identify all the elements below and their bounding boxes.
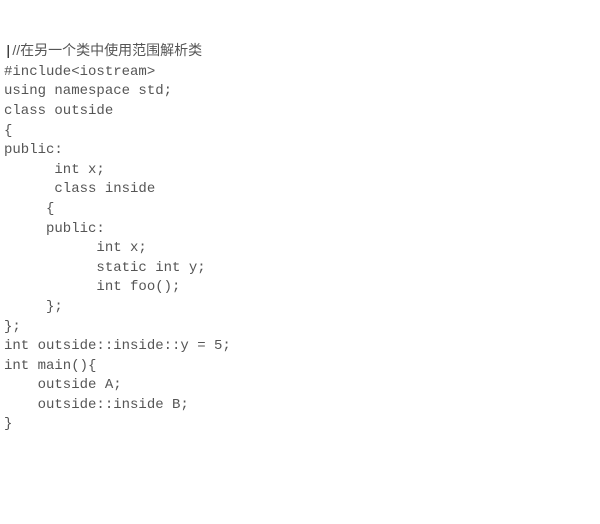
code-line: int x; — [4, 239, 596, 259]
code-line: class outside — [4, 102, 596, 122]
code-line: public: — [4, 220, 596, 240]
code-line: { — [4, 122, 596, 142]
code-line: int outside::inside::y = 5; — [4, 337, 596, 357]
code-line: int foo(); — [4, 278, 596, 298]
code-line: int main(){ — [4, 357, 596, 377]
code-line: outside A; — [4, 376, 596, 396]
code-line: { — [4, 200, 596, 220]
code-line: } — [4, 415, 596, 435]
code-line: |//在另一个类中使用范围解析类 — [4, 41, 596, 63]
code-line: public: — [4, 141, 596, 161]
code-line: class inside — [4, 180, 596, 200]
code-line: using namespace std; — [4, 82, 596, 102]
code-line: static int y; — [4, 259, 596, 279]
code-line: }; — [4, 318, 596, 338]
code-line: int x; — [4, 161, 596, 181]
code-line: #include<iostream> — [4, 63, 596, 83]
code-line: }; — [4, 298, 596, 318]
code-editor[interactable]: |//在另一个类中使用范围解析类#include<iostream>using … — [4, 41, 596, 435]
comment-text: //在另一个类中使用范围解析类 — [12, 42, 202, 58]
code-line: outside::inside B; — [4, 396, 596, 416]
